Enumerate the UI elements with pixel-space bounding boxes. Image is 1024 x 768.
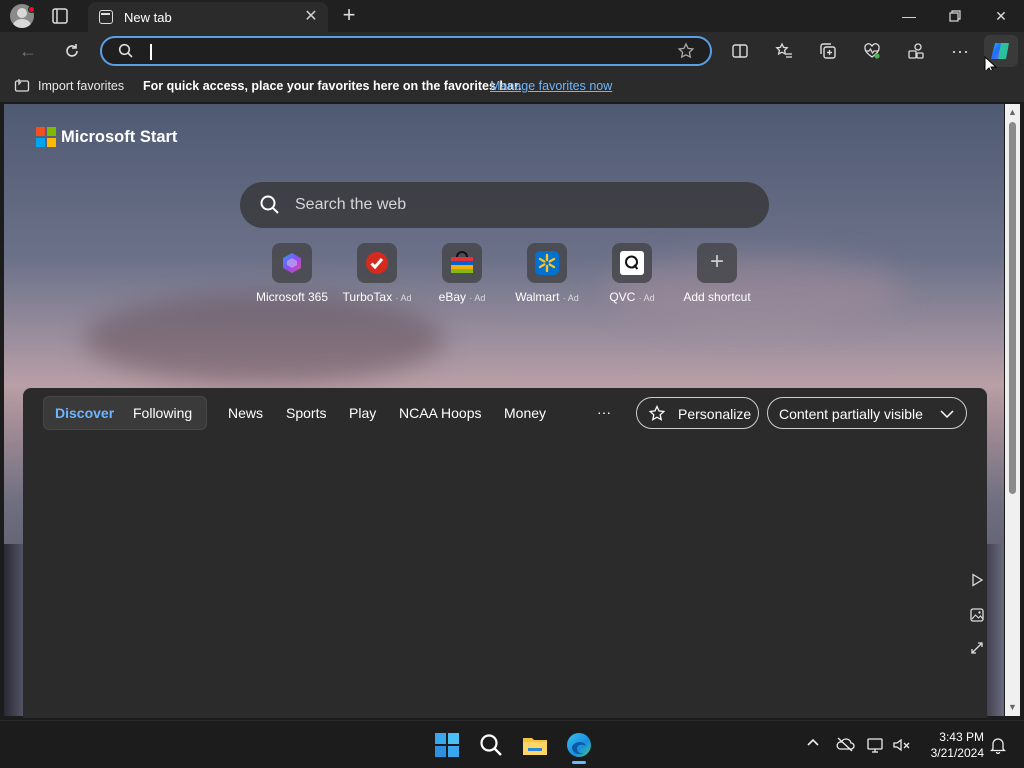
tab-discover[interactable]: Discover: [55, 405, 114, 421]
shortcut-microsoft-365[interactable]: Microsoft 365: [252, 243, 332, 313]
web-search-input[interactable]: [295, 194, 735, 216]
nav-ncaa-hoops[interactable]: NCAA Hoops: [399, 405, 481, 421]
minimize-button[interactable]: —: [886, 0, 932, 32]
background-image-icon[interactable]: [968, 608, 986, 626]
walmart-icon: [535, 251, 559, 275]
clock-time: 3:43 PM: [939, 730, 984, 744]
tab-title: New tab: [124, 10, 172, 25]
shortcut-walmart[interactable]: Walmart · Ad: [507, 243, 587, 313]
nav-play[interactable]: Play: [349, 405, 376, 421]
collections-icon[interactable]: [816, 39, 840, 63]
windows-taskbar: 3:43 PM 3/21/2024: [0, 720, 1024, 768]
favorites-bar: Import favorites For quick access, place…: [0, 70, 1024, 102]
microsoft-logo-icon: [36, 127, 56, 147]
profile-notification-dot: [28, 6, 35, 13]
onedrive-offline-icon[interactable]: [835, 736, 855, 756]
nav-news[interactable]: News: [228, 405, 263, 421]
nav-money[interactable]: Money: [504, 405, 546, 421]
personalize-label: Personalize: [678, 406, 752, 422]
content-feed: Discover Following News Sports Play NCAA…: [23, 388, 987, 718]
browser-toolbar: ← ···: [0, 32, 1024, 75]
folder-icon: [523, 738, 547, 755]
clock-date: 3/21/2024: [930, 746, 984, 760]
personalize-button[interactable]: Personalize: [636, 397, 759, 429]
back-icon[interactable]: ←: [16, 39, 40, 63]
ebay-icon: [451, 251, 473, 273]
taskbar-search-button[interactable]: [476, 730, 506, 760]
ad-badge: · Ad: [638, 293, 655, 303]
extensions-icon[interactable]: [904, 39, 928, 63]
shortcut-label: eBay: [438, 290, 466, 304]
search-icon: [260, 195, 279, 214]
manage-favorites-link[interactable]: Manage favorites now: [490, 79, 612, 93]
system-clock[interactable]: 3:43 PM 3/21/2024: [920, 729, 984, 761]
notifications-bell-icon[interactable]: [988, 736, 1008, 756]
start-button[interactable]: [432, 730, 462, 760]
nav-sports[interactable]: Sports: [286, 405, 326, 421]
windows-logo-icon: [435, 733, 459, 757]
network-icon[interactable]: [866, 736, 886, 756]
turbotax-icon: [366, 252, 388, 274]
shortcut-label: TurboTax: [342, 290, 393, 304]
web-search-box[interactable]: [240, 182, 769, 228]
split-screen-icon[interactable]: [728, 39, 752, 63]
shortcut-qvc[interactable]: QVC · Ad: [592, 243, 672, 313]
sparkle-star-icon: [648, 405, 666, 421]
close-window-button[interactable]: ✕: [978, 0, 1024, 32]
content-visibility-dropdown[interactable]: Content partially visible: [767, 397, 967, 429]
file-explorer-button[interactable]: [520, 730, 550, 760]
restore-button[interactable]: [932, 0, 978, 32]
page-scrollbar[interactable]: ▲ ▼: [1005, 104, 1020, 716]
more-options-icon[interactable]: ···: [948, 39, 972, 63]
ad-badge: · Ad: [395, 293, 412, 303]
add-shortcut-button[interactable]: + Add shortcut: [677, 243, 757, 313]
scroll-up-arrow[interactable]: ▲: [1008, 108, 1017, 117]
shortcut-ebay[interactable]: eBay · Ad: [422, 243, 502, 313]
address-bar[interactable]: [100, 36, 712, 66]
chevron-down-icon: [940, 410, 954, 419]
refresh-icon[interactable]: [60, 39, 84, 63]
new-tab-button[interactable]: +: [337, 4, 361, 28]
ad-badge: · Ad: [562, 293, 579, 303]
title-bar: New tab ✕ + — ✕: [0, 0, 1024, 32]
microsoft365-icon: [283, 253, 301, 273]
address-input[interactable]: [146, 42, 646, 60]
favorites-bar-message: For quick access, place your favorites h…: [143, 79, 522, 93]
tab-actions-icon[interactable]: [48, 4, 72, 28]
import-favorites-button[interactable]: Import favorites: [38, 79, 124, 93]
qvc-icon: [620, 251, 644, 275]
expand-icon[interactable]: [968, 641, 986, 659]
content-visibility-label: Content partially visible: [779, 406, 923, 422]
favorites-icon[interactable]: [772, 39, 796, 63]
brand-title: Microsoft Start: [61, 128, 178, 146]
scroll-down-arrow[interactable]: ▼: [1008, 703, 1017, 712]
shortcut-turbotax[interactable]: TurboTax · Ad: [337, 243, 417, 313]
search-icon: [480, 734, 502, 756]
edge-icon: [567, 733, 591, 757]
ad-badge: · Ad: [469, 293, 486, 303]
shortcut-label: Add shortcut: [683, 290, 751, 304]
search-icon: [118, 43, 133, 58]
plus-icon: +: [709, 248, 724, 275]
play-icon[interactable]: [968, 573, 986, 591]
scrollbar-thumb[interactable]: [1009, 122, 1016, 494]
favorite-star-icon[interactable]: [677, 42, 695, 60]
tab-new-tab[interactable]: New tab ✕: [88, 2, 328, 32]
edge-taskbar-button[interactable]: [564, 730, 594, 764]
tab-following[interactable]: Following: [133, 405, 192, 421]
shortcut-label: Walmart: [515, 290, 560, 304]
new-tab-page-icon: [99, 10, 113, 24]
shortcut-label: QVC: [609, 290, 636, 304]
close-tab-icon[interactable]: ✕: [302, 8, 320, 26]
more-nav-icon[interactable]: ···: [597, 404, 611, 420]
shortcut-label: Microsoft 365: [255, 290, 329, 304]
show-hidden-icons-chevron-icon[interactable]: [803, 736, 823, 756]
volume-muted-icon[interactable]: [892, 736, 912, 756]
browser-essentials-icon[interactable]: [860, 39, 884, 63]
import-favorites-icon: [14, 79, 30, 92]
